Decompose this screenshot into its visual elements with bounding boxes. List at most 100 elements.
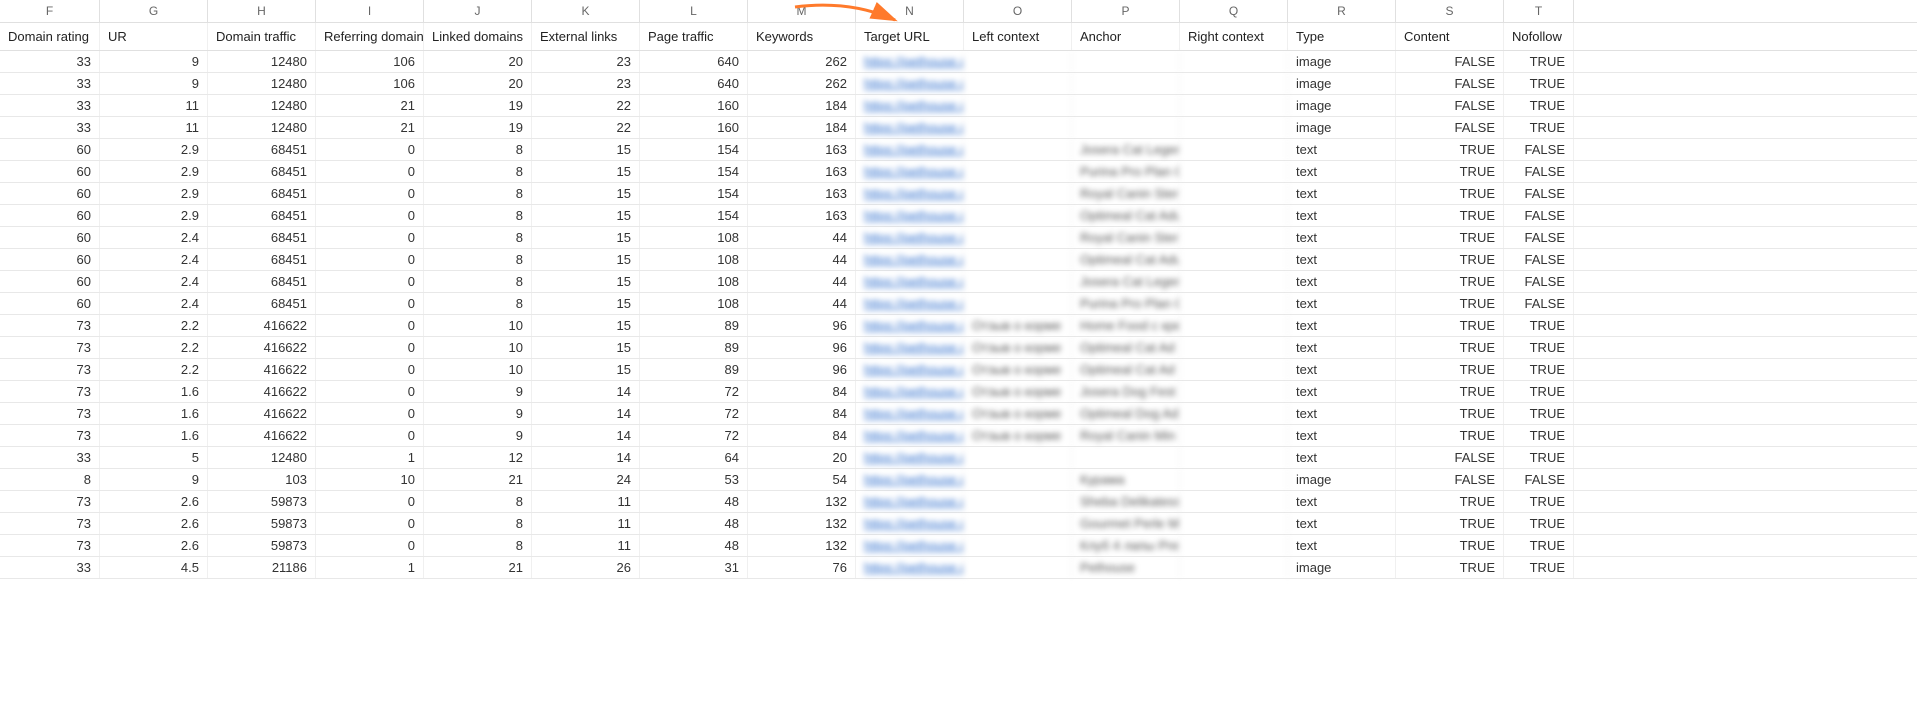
header-anchor[interactable]: Anchor (1072, 23, 1180, 50)
cell-g[interactable]: 2.2 (100, 359, 208, 380)
cell-s[interactable]: TRUE (1396, 403, 1504, 424)
column-letter-q[interactable]: Q (1180, 0, 1288, 22)
cell-j[interactable]: 9 (424, 403, 532, 424)
cell-k[interactable]: 15 (532, 249, 640, 270)
cell-f[interactable]: 33 (0, 73, 100, 94)
cell-o[interactable] (964, 205, 1072, 226)
cell-j[interactable]: 8 (424, 205, 532, 226)
header-domain-traffic[interactable]: Domain traffic (208, 23, 316, 50)
cell-m[interactable]: 44 (748, 227, 856, 248)
column-letter-s[interactable]: S (1396, 0, 1504, 22)
cell-l[interactable]: 154 (640, 205, 748, 226)
cell-h[interactable]: 59873 (208, 535, 316, 556)
cell-o[interactable] (964, 73, 1072, 94)
cell-s[interactable]: TRUE (1396, 183, 1504, 204)
table-row[interactable]: 731.641662209147284https://pethouse.ua/r… (0, 403, 1917, 425)
cell-l[interactable]: 48 (640, 513, 748, 534)
cell-t[interactable]: TRUE (1504, 447, 1574, 468)
column-letter-t[interactable]: T (1504, 0, 1574, 22)
cell-h[interactable]: 68451 (208, 271, 316, 292)
cell-l[interactable]: 48 (640, 535, 748, 556)
cell-j[interactable]: 8 (424, 249, 532, 270)
table-row[interactable]: 602.468451081510844https://pethouse.ua/r… (0, 227, 1917, 249)
cell-j[interactable]: 8 (424, 513, 532, 534)
cell-j[interactable]: 10 (424, 337, 532, 358)
cell-t[interactable]: TRUE (1504, 513, 1574, 534)
cell-i[interactable]: 1 (316, 447, 424, 468)
table-row[interactable]: 602.9684510815154163https://pethouse.ua/… (0, 183, 1917, 205)
cell-t[interactable]: FALSE (1504, 227, 1574, 248)
cell-h[interactable]: 68451 (208, 139, 316, 160)
cell-r[interactable]: text (1288, 491, 1396, 512)
cell-q[interactable] (1180, 315, 1288, 336)
table-row[interactable]: 602.9684510815154163https://pethouse.ua/… (0, 161, 1917, 183)
cell-m[interactable]: 163 (748, 139, 856, 160)
cell-n[interactable]: https://pethouse.ua/ru/shop/koshk (856, 249, 964, 270)
header-left-context[interactable]: Left context (964, 23, 1072, 50)
cell-h[interactable]: 416622 (208, 381, 316, 402)
cell-s[interactable]: FALSE (1396, 73, 1504, 94)
cell-f[interactable]: 33 (0, 117, 100, 138)
cell-p[interactable]: Optimeal Cat Ad (1072, 337, 1180, 358)
cell-p[interactable]: Клуб 4 лапы Premium Selection (1072, 535, 1180, 556)
cell-r[interactable]: text (1288, 381, 1396, 402)
cell-l[interactable]: 72 (640, 381, 748, 402)
cell-o[interactable] (964, 161, 1072, 182)
column-letter-k[interactable]: K (532, 0, 640, 22)
cell-j[interactable]: 20 (424, 73, 532, 94)
cell-o[interactable] (964, 227, 1072, 248)
cell-l[interactable]: 640 (640, 73, 748, 94)
cell-f[interactable]: 8 (0, 469, 100, 490)
cell-g[interactable]: 2.4 (100, 249, 208, 270)
cell-o[interactable]: Отзыв о корме (964, 337, 1072, 358)
cell-m[interactable]: 184 (748, 117, 856, 138)
cell-m[interactable]: 163 (748, 183, 856, 204)
cell-g[interactable]: 9 (100, 73, 208, 94)
cell-o[interactable] (964, 535, 1072, 556)
cell-k[interactable]: 14 (532, 447, 640, 468)
cell-j[interactable]: 8 (424, 535, 532, 556)
cell-l[interactable]: 160 (640, 117, 748, 138)
cell-t[interactable]: TRUE (1504, 425, 1574, 446)
cell-q[interactable] (1180, 249, 1288, 270)
cell-r[interactable]: text (1288, 315, 1396, 336)
cell-h[interactable]: 68451 (208, 183, 316, 204)
cell-h[interactable]: 12480 (208, 447, 316, 468)
cell-r[interactable]: text (1288, 271, 1396, 292)
cell-l[interactable]: 89 (640, 359, 748, 380)
cell-t[interactable]: FALSE (1504, 293, 1574, 314)
cell-p[interactable] (1072, 95, 1180, 116)
cell-g[interactable]: 2.6 (100, 535, 208, 556)
header-domain-rating[interactable]: Domain rating (0, 23, 100, 50)
cell-g[interactable]: 2.2 (100, 315, 208, 336)
cell-t[interactable]: TRUE (1504, 95, 1574, 116)
cell-r[interactable]: image (1288, 73, 1396, 94)
cell-l[interactable]: 72 (640, 403, 748, 424)
cell-j[interactable]: 8 (424, 139, 532, 160)
cell-l[interactable]: 108 (640, 249, 748, 270)
cell-n[interactable]: https://pethouse.ua/ru/shop/koshk (856, 227, 964, 248)
cell-n[interactable]: https://pethouse.ua/ru/shop/koshk (856, 491, 964, 512)
table-row[interactable]: 732.659873081148132https://pethouse.ua/r… (0, 491, 1917, 513)
cell-o[interactable] (964, 183, 1072, 204)
cell-q[interactable] (1180, 73, 1288, 94)
cell-m[interactable]: 20 (748, 447, 856, 468)
cell-k[interactable]: 15 (532, 293, 640, 314)
cell-g[interactable]: 11 (100, 95, 208, 116)
table-row[interactable]: 732.2416622010158996https://pethouse.ua/… (0, 337, 1917, 359)
cell-h[interactable]: 12480 (208, 51, 316, 72)
cell-s[interactable]: TRUE (1396, 491, 1504, 512)
cell-f[interactable]: 33 (0, 51, 100, 72)
cell-h[interactable]: 59873 (208, 491, 316, 512)
table-row[interactable]: 33512480112146420https://pethouse.ua/ru/… (0, 447, 1917, 469)
cell-p[interactable]: Курама (1072, 469, 1180, 490)
cell-l[interactable]: 72 (640, 425, 748, 446)
cell-h[interactable]: 416622 (208, 337, 316, 358)
cell-i[interactable]: 0 (316, 205, 424, 226)
cell-n[interactable]: https://pethouse.ua/ru/shop/koshk (856, 315, 964, 336)
cell-q[interactable] (1180, 403, 1288, 424)
cell-h[interactable]: 12480 (208, 117, 316, 138)
cell-h[interactable]: 68451 (208, 161, 316, 182)
cell-g[interactable]: 1.6 (100, 381, 208, 402)
cell-i[interactable]: 106 (316, 73, 424, 94)
